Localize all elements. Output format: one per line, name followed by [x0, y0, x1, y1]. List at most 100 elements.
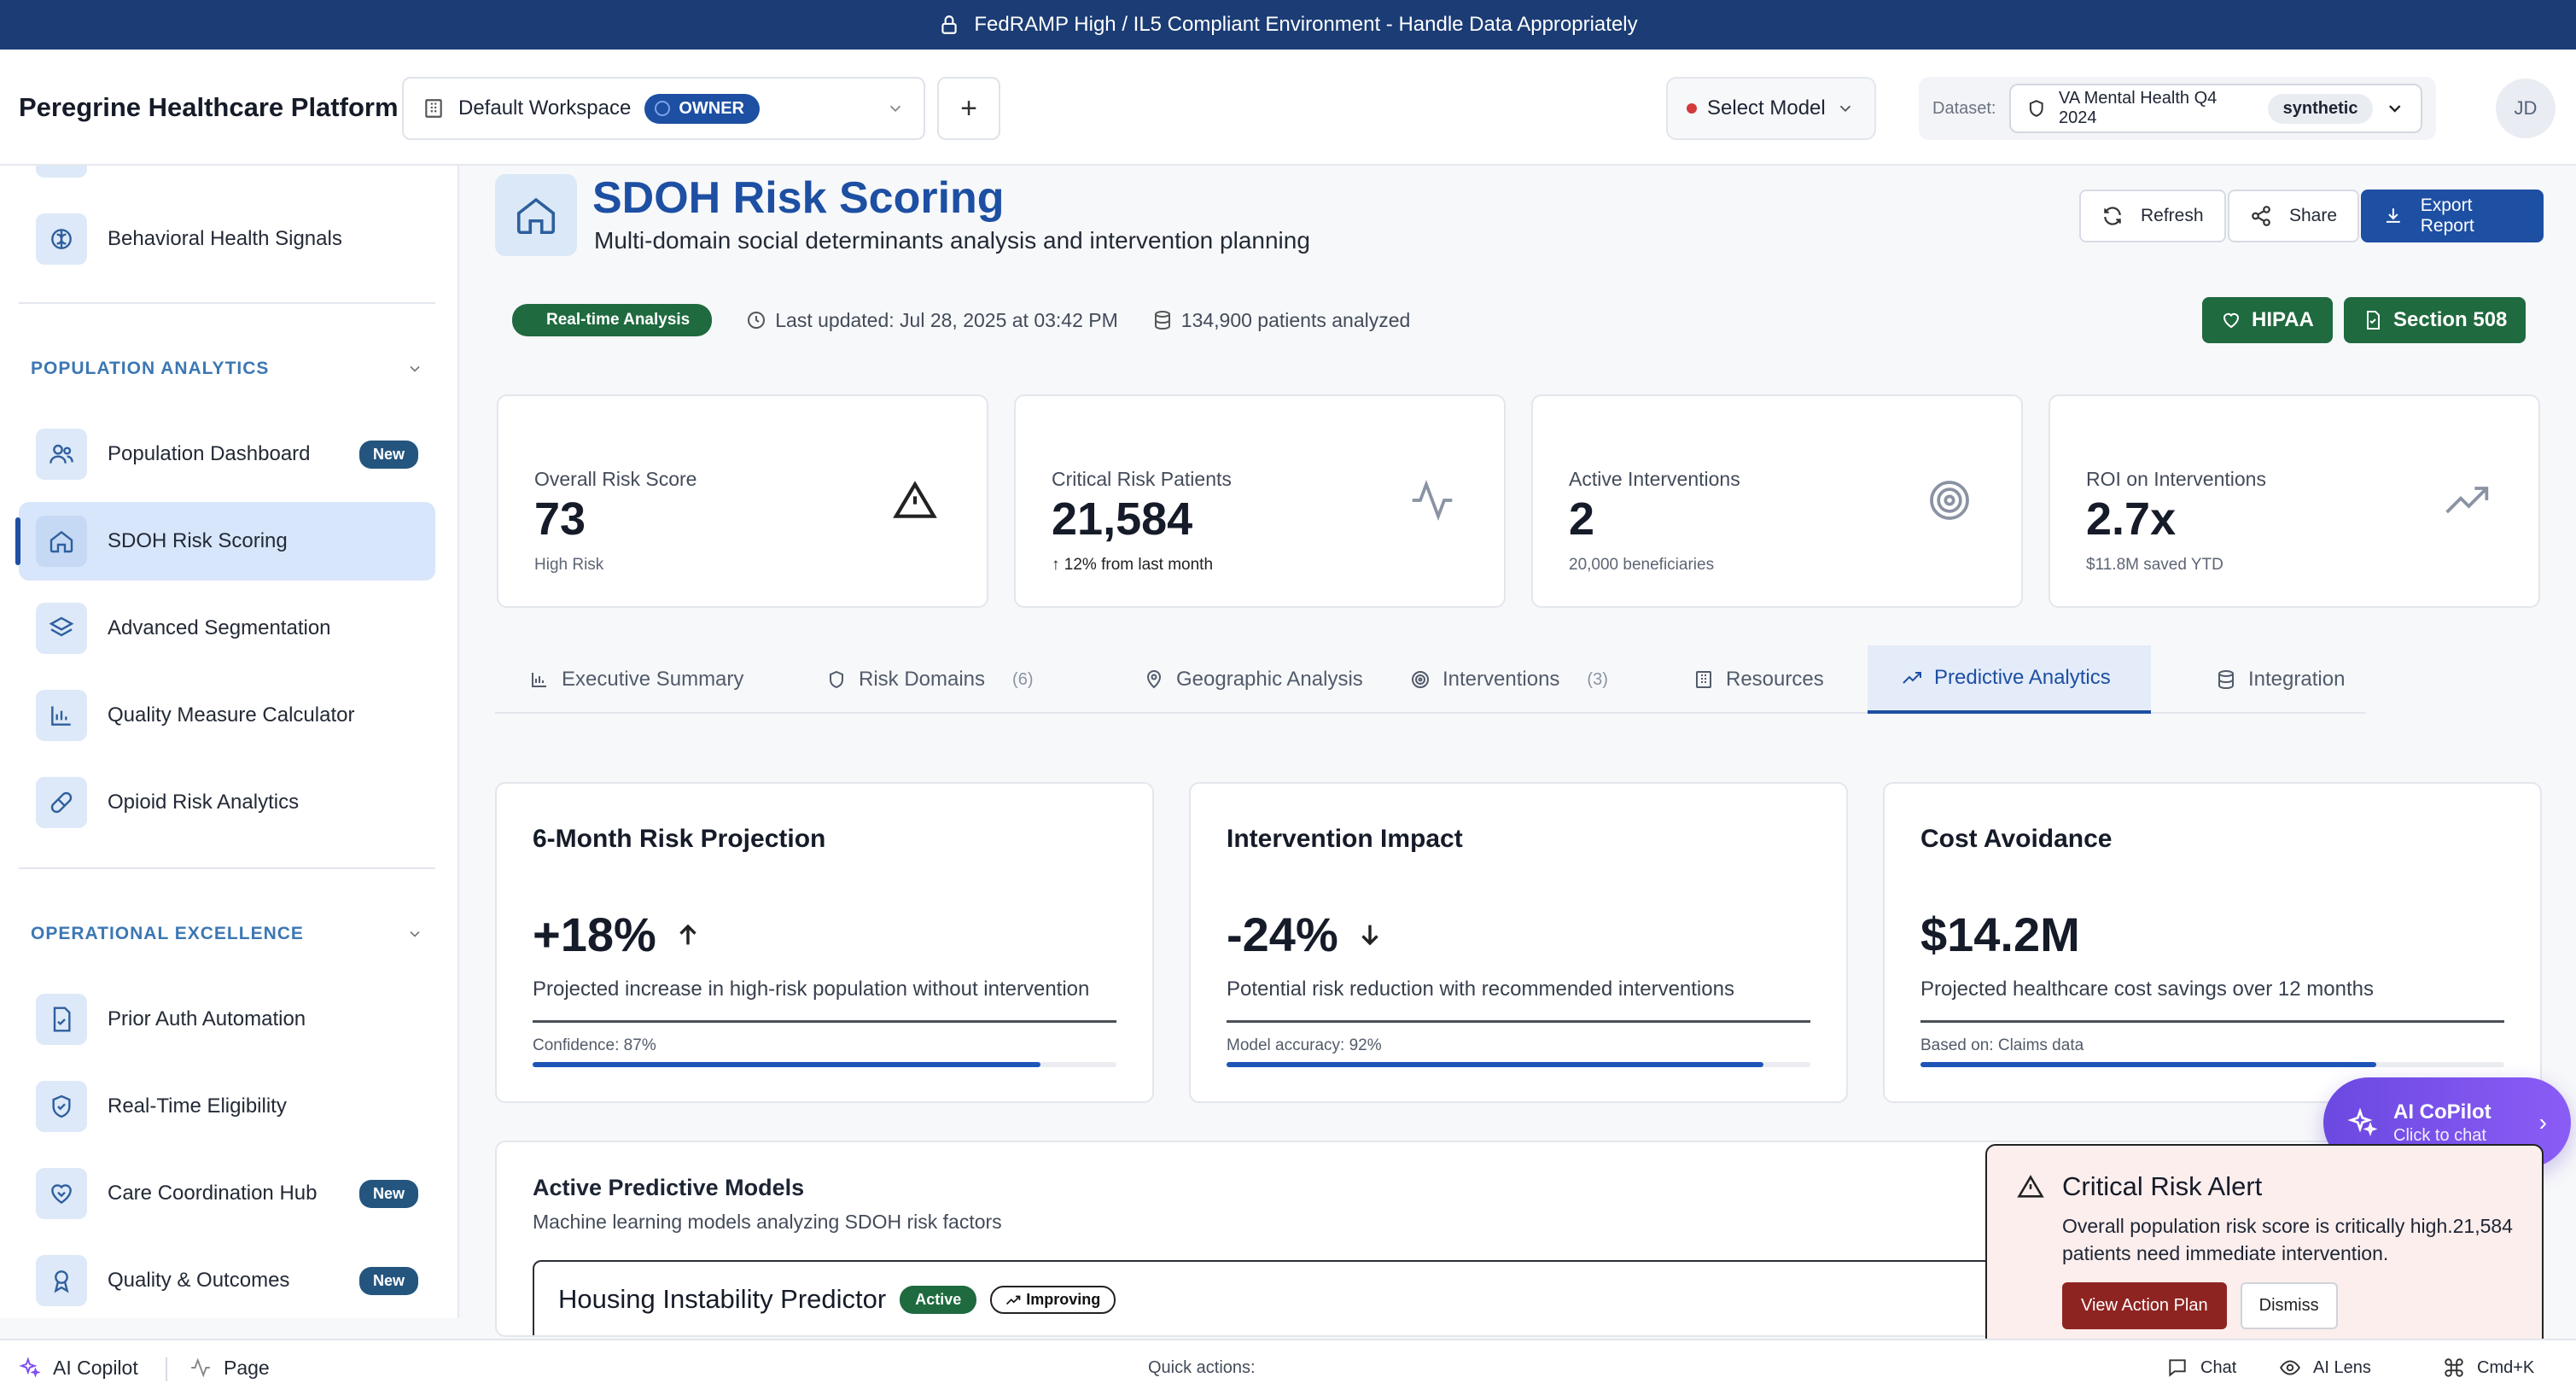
sidebar-item-label: Advanced Segmentation [108, 616, 331, 639]
tab-executive-summary[interactable]: Executive Summary [495, 645, 778, 714]
status-dot [1687, 103, 1697, 114]
quick-actions-label: Quick actions: [1148, 1357, 1256, 1377]
hipaa-badge: HIPAA [2202, 297, 2333, 343]
section508-label: Section 508 [2393, 308, 2508, 331]
confidence-bar [533, 1062, 1116, 1067]
section-title: POPULATION ANALYTICS [31, 359, 270, 378]
tab-predictive-analytics[interactable]: Predictive Analytics [1868, 645, 2151, 714]
footer-chat-label: Chat [2200, 1357, 2237, 1377]
trending-up-icon [1006, 1295, 1021, 1305]
kpi-sub: 12% from last month [1064, 556, 1214, 574]
tab-geographic-analysis[interactable]: Geographic Analysis [1110, 645, 1397, 714]
activity-icon [1412, 480, 1453, 521]
sidebar-item-advanced-segmentation[interactable]: Advanced Segmentation [19, 589, 435, 668]
trend-badge: Improving [990, 1286, 1116, 1314]
card-value: $14.2M [1920, 907, 2504, 962]
footer-copilot-label: AI Copilot [53, 1356, 138, 1379]
tab-label: Interventions [1442, 668, 1560, 691]
footer-shortcut-label: Cmd+K [2477, 1357, 2535, 1377]
tab-interventions[interactable]: Interventions (3) [1376, 645, 1642, 714]
tab-integration[interactable]: Integration [2182, 645, 2379, 714]
sidebar-item-population-dashboard[interactable]: Population Dashboard New [19, 415, 435, 493]
kpi-sub: $11.8M saved YTD [2086, 556, 2223, 574]
workspace-name: Default Workspace [458, 96, 632, 120]
kpi-trend: ↑ 12% from last month [1052, 556, 1214, 574]
dataset-select[interactable]: VA Mental Health Q4 2024 synthetic [2009, 84, 2422, 133]
target-icon [1930, 481, 1969, 520]
basis-bar-fill [1920, 1062, 2376, 1067]
card-description: Potential risk reduction with recommende… [1227, 978, 1810, 1023]
trend-label: Improving [1026, 1291, 1101, 1308]
footer-shortcut[interactable]: Cmd+K [2443, 1357, 2534, 1379]
sidebar-item-care-coordination[interactable]: Care Coordination Hub New [19, 1154, 435, 1233]
sidebar-item-real-time-eligibility[interactable]: Real-Time Eligibility [19, 1067, 435, 1146]
dataset-label: Dataset: [1932, 98, 1996, 118]
section-population-analytics[interactable]: POPULATION ANALYTICS [31, 359, 423, 379]
sidebar-item-behavioral-health[interactable]: Behavioral Health Signals [19, 200, 435, 278]
share-button[interactable]: Share [2228, 190, 2360, 242]
sidebar-item-label: Real-Time Eligibility [108, 1094, 287, 1118]
card-description: Projected healthcare cost savings over 1… [1920, 978, 2504, 1023]
workspace-selector[interactable]: Default Workspace OWNER [402, 77, 925, 140]
footer-ai-copilot[interactable]: AI Copilot [19, 1357, 138, 1380]
layers-icon [36, 603, 87, 654]
page-subtitle: Multi-domain social determinants analysi… [594, 227, 1310, 254]
footer-page[interactable]: Page [189, 1357, 270, 1380]
models-subtitle: Machine learning models analyzing SDOH r… [533, 1211, 1002, 1233]
tab-label: Geographic Analysis [1176, 668, 1363, 691]
sidebar-item-quality-measure-calculator[interactable]: Quality Measure Calculator [19, 676, 435, 755]
card-value-text: +18% [533, 908, 656, 961]
model-select-label: Select Model [1707, 96, 1826, 120]
model-select[interactable]: Select Model [1666, 77, 1876, 140]
add-workspace-button[interactable]: + [937, 77, 1000, 140]
tab-resources[interactable]: Resources [1659, 645, 1858, 714]
copilot-subtitle: Click to chat [2393, 1125, 2486, 1145]
model-name: Housing Instability Predictor [558, 1284, 887, 1314]
footer-ai-lens[interactable]: AI Lens [2279, 1357, 2371, 1379]
section-operational-excellence[interactable]: OPERATIONAL EXCELLENCE [31, 924, 423, 944]
role-label: OWNER [679, 98, 744, 118]
activity-icon [191, 1357, 210, 1378]
footer-page-label: Page [224, 1356, 270, 1379]
export-report-button[interactable]: Export Report [2361, 190, 2544, 242]
chevron-down-icon [410, 365, 420, 372]
banner-text: FedRAMP High / IL5 Compliant Environment… [974, 13, 1638, 36]
building-icon [1696, 671, 1711, 688]
kpi-card-roi: ROI on Interventions 2.7x $11.8M saved Y… [2049, 394, 2540, 608]
sidebar-item-label: Opioid Risk Analytics [108, 791, 300, 814]
bottom-bar: AI Copilot Page Quick actions: Chat AI L… [0, 1339, 2576, 1395]
database-icon [1154, 311, 1170, 330]
footer-chat[interactable]: Chat [2166, 1357, 2236, 1379]
sidebar-item-label: Quality & Outcomes [108, 1269, 290, 1292]
view-action-plan-button[interactable]: View Action Plan [2062, 1282, 2227, 1329]
tab-label: Predictive Analytics [1934, 666, 2111, 689]
bar-chart-icon [532, 673, 546, 687]
bar-chart-icon [36, 690, 87, 741]
hipaa-label: HIPAA [2252, 308, 2314, 331]
divider [166, 1357, 167, 1381]
tab-risk-domains[interactable]: Risk Domains (6) [792, 645, 1067, 714]
card-title: Intervention Impact [1227, 825, 1463, 853]
dataset-picker: Dataset: VA Mental Health Q4 2024 synthe… [1919, 77, 2436, 140]
basis-bar [1920, 1062, 2504, 1067]
refresh-button[interactable]: Refresh [2079, 190, 2226, 242]
top-header: Peregrine Healthcare Platform Default Wo… [0, 50, 2576, 166]
card-value-text: $14.2M [1920, 908, 2080, 961]
sidebar-item-quality-outcomes[interactable]: Quality & Outcomes New [19, 1241, 435, 1318]
dismiss-button[interactable]: Dismiss [2240, 1282, 2338, 1329]
section508-badge: Section 508 [2344, 297, 2526, 343]
copilot-title: AI CoPilot [2393, 1100, 2491, 1124]
sidebar-item-label: Quality Measure Calculator [108, 703, 355, 727]
sidebar-item-opioid-risk-analytics[interactable]: Opioid Risk Analytics [19, 763, 435, 842]
card-value-text: -24% [1227, 908, 1338, 961]
shield-icon [830, 670, 843, 689]
target-icon [1412, 671, 1429, 688]
sidebar-item-prior-auth[interactable]: Prior Auth Automation [19, 980, 435, 1059]
alert-title: Critical Risk Alert [2062, 1171, 2263, 1201]
sidebar-item-partial[interactable] [19, 166, 435, 191]
user-avatar[interactable]: JD [2496, 79, 2556, 138]
home-icon [36, 516, 87, 567]
sidebar-item-sdoh-risk-scoring[interactable]: SDOH Risk Scoring [15, 502, 435, 581]
kpi-sub: High Risk [534, 556, 604, 574]
realtime-badge: Real-time Analysis [512, 304, 713, 336]
